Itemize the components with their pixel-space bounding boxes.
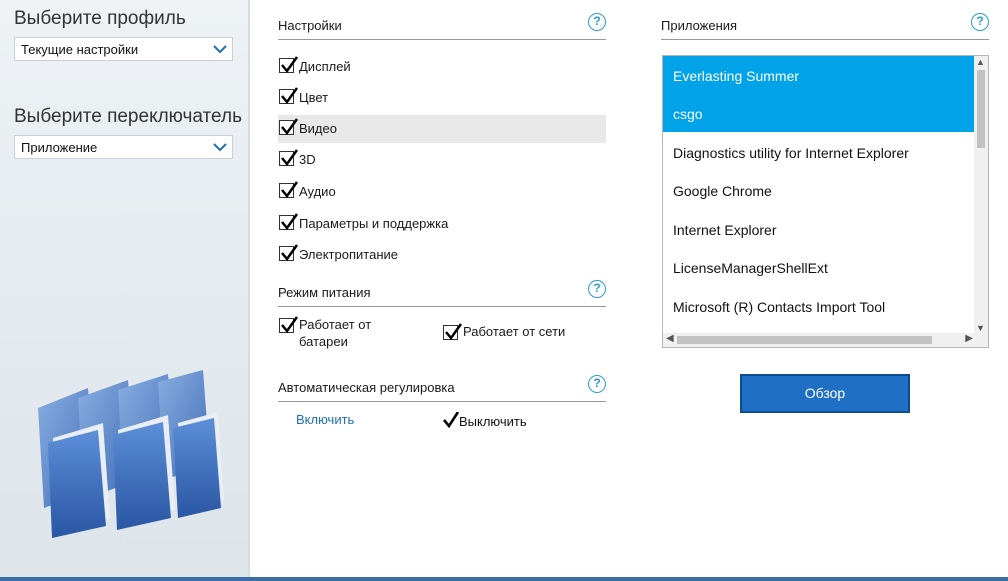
checkbox-label: Параметры и поддержка bbox=[299, 216, 449, 231]
help-icon[interactable]: ? bbox=[588, 375, 606, 393]
list-item[interactable]: LicenseManagerShellExt bbox=[663, 248, 976, 286]
checkbox-checked-icon bbox=[279, 56, 299, 74]
switch-label: Выберите переключатель bbox=[14, 106, 242, 127]
profile-select[interactable]: Текущие настройки bbox=[14, 37, 233, 61]
checkbox-label: Аудио bbox=[299, 184, 336, 199]
list-item[interactable]: Everlasting Summer bbox=[663, 56, 976, 94]
scroll-up-icon[interactable]: ▲ bbox=[976, 57, 985, 67]
checkbox-checked-icon bbox=[279, 118, 299, 136]
checkbox-checked-icon bbox=[279, 181, 299, 199]
list-item[interactable]: Google Chrome bbox=[663, 171, 976, 209]
checkbox-checked-icon bbox=[443, 323, 463, 341]
checkbox-label: Электропитание bbox=[299, 247, 398, 262]
apps-header: Приложения ? bbox=[661, 13, 989, 40]
help-icon[interactable]: ? bbox=[588, 13, 606, 31]
vertical-scrollbar[interactable]: ▲ ▼ bbox=[974, 56, 988, 334]
list-item[interactable]: Internet Explorer bbox=[663, 210, 976, 248]
battery-label-line1: Работает от bbox=[299, 317, 372, 332]
battery-label-line2: батареи bbox=[299, 334, 348, 349]
switch-select-value: Приложение bbox=[21, 140, 98, 155]
checkbox-color[interactable]: Цвет bbox=[278, 84, 606, 112]
bottom-accent-bar bbox=[0, 577, 1008, 581]
scrollbar-corner bbox=[974, 333, 988, 347]
disable-option[interactable]: Выключить bbox=[443, 411, 527, 429]
ac-label: Работает от сети bbox=[463, 324, 566, 339]
vertical-scroll-thumb[interactable] bbox=[977, 70, 985, 148]
scroll-right-icon[interactable]: ▶ bbox=[965, 333, 973, 344]
scroll-down-icon[interactable]: ▼ bbox=[976, 323, 985, 333]
enable-link[interactable]: Включить bbox=[296, 412, 354, 427]
help-icon[interactable]: ? bbox=[971, 13, 989, 31]
auto-adjust-header: Автоматическая регулировка ? bbox=[278, 375, 606, 402]
profile-select-value: Текущие настройки bbox=[21, 42, 139, 57]
folders-illustration bbox=[38, 370, 224, 538]
checkbox-checked-icon bbox=[279, 149, 299, 167]
checkbox-label: Цвет bbox=[299, 90, 329, 105]
profile-label: Выберите профиль bbox=[14, 8, 186, 29]
power-mode-title: Режим питания bbox=[278, 285, 371, 300]
checkbox-display[interactable]: Дисплей bbox=[278, 53, 606, 81]
checkbox-checked-icon bbox=[279, 87, 299, 105]
scroll-left-icon[interactable]: ◀ bbox=[666, 333, 674, 344]
chevron-down-icon bbox=[213, 45, 227, 54]
checkbox-checked-icon bbox=[279, 213, 299, 231]
left-panel: Выберите профиль Текущие настройки Выбер… bbox=[0, 0, 250, 581]
checkmark-icon bbox=[443, 411, 460, 429]
checkbox-3d[interactable]: 3D bbox=[278, 146, 606, 174]
checkbox-audio[interactable]: Аудио bbox=[278, 178, 606, 206]
checkbox-options-support[interactable]: Параметры и поддержка bbox=[278, 210, 606, 238]
settings-header: Настройки ? bbox=[278, 13, 606, 40]
battery-label: Работает от батареи bbox=[299, 316, 371, 350]
checkbox-ac[interactable]: Работает от сети bbox=[442, 323, 582, 343]
chevron-down-icon bbox=[213, 143, 227, 152]
switch-select[interactable]: Приложение bbox=[14, 135, 233, 159]
apps-title: Приложения bbox=[661, 18, 738, 33]
disable-label: Выключить bbox=[459, 414, 527, 429]
list-item[interactable]: csgo bbox=[663, 94, 976, 132]
list-item[interactable]: Diagnostics utility for Internet Explore… bbox=[663, 133, 976, 171]
checkbox-label: Видео bbox=[299, 121, 337, 136]
horizontal-scroll-thumb[interactable] bbox=[677, 336, 932, 344]
checkbox-battery[interactable]: Работает от батареи bbox=[278, 316, 418, 352]
horizontal-scrollbar[interactable]: ◀ ▶ bbox=[663, 333, 976, 347]
checkbox-video[interactable]: Видео bbox=[278, 115, 606, 143]
browse-button[interactable]: Обзор bbox=[740, 374, 910, 413]
checkbox-power[interactable]: Электропитание bbox=[278, 241, 606, 269]
checkbox-label: 3D bbox=[299, 152, 316, 167]
apps-list[interactable]: Everlasting Summer csgo Diagnostics util… bbox=[662, 55, 989, 348]
settings-title: Настройки bbox=[278, 18, 342, 33]
auto-adjust-title: Автоматическая регулировка bbox=[278, 380, 455, 395]
list-item[interactable]: Microsoft (R) Contacts Import Tool bbox=[663, 287, 976, 325]
help-icon[interactable]: ? bbox=[588, 280, 606, 298]
checkbox-label: Дисплей bbox=[299, 59, 351, 74]
checkbox-checked-icon bbox=[279, 316, 299, 334]
power-mode-header: Режим питания ? bbox=[278, 280, 606, 307]
checkbox-checked-icon bbox=[279, 244, 299, 262]
